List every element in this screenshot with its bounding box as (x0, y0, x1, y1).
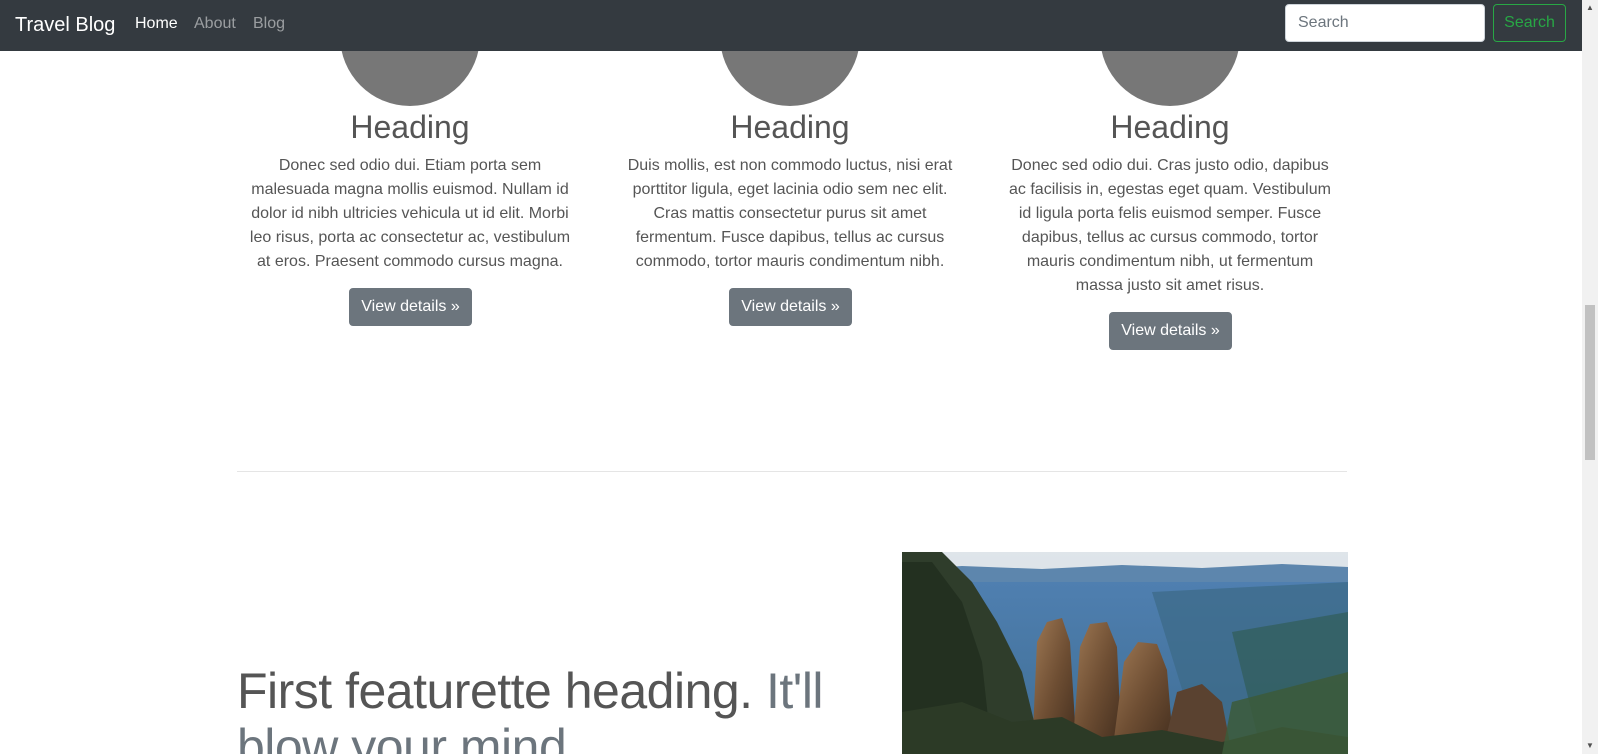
column-text: Donec sed odio dui. Etiam porta sem male… (249, 157, 571, 270)
featurette-divider (237, 471, 1347, 472)
navbar: Travel Blog Home About Blog Search (0, 0, 1582, 51)
column-heading: Heading (350, 109, 470, 145)
featurette-heading: First featurette heading. It'll blow you… (237, 663, 857, 754)
vertical-scrollbar[interactable]: ▲ ▼ (1582, 0, 1598, 754)
column-text: Donec sed odio dui. Cras justo odio, dap… (1009, 157, 1331, 294)
scroll-up-arrow-icon[interactable]: ▲ (1582, 0, 1598, 16)
featurette-image (902, 552, 1348, 754)
brand-link[interactable]: Travel Blog (15, 12, 115, 38)
view-details-button[interactable]: View details » (1109, 312, 1232, 350)
featurette-heading-main: First featurette heading. (237, 663, 753, 719)
view-details-button[interactable]: View details » (729, 288, 852, 326)
search-button[interactable]: Search (1493, 4, 1566, 42)
scroll-down-arrow-icon[interactable]: ▼ (1582, 738, 1598, 754)
nav-link-blog[interactable]: Blog (253, 14, 285, 34)
column-heading: Heading (1110, 109, 1230, 145)
nav-link-about[interactable]: About (194, 14, 236, 34)
mountain-landscape-image (902, 552, 1348, 754)
scrollbar-thumb[interactable] (1585, 305, 1595, 460)
nav-link-home[interactable]: Home (135, 14, 178, 34)
search-input[interactable] (1285, 4, 1485, 42)
column-heading: Heading (730, 109, 850, 145)
column-text: Duis mollis, est non commodo luctus, nis… (627, 157, 953, 270)
page-viewport: Travel Blog Home About Blog Search Headi… (0, 0, 1582, 754)
view-details-button[interactable]: View details » (349, 288, 472, 326)
